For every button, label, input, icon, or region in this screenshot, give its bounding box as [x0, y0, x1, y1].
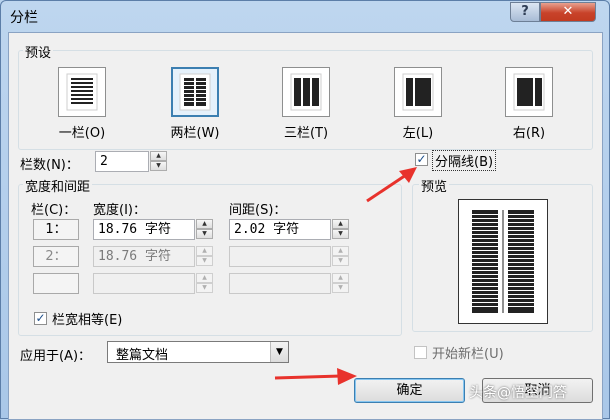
equal-width-label[interactable]: 栏宽相等(E): [52, 309, 122, 328]
column-dialog: 分栏 ? ✕ 预设 一栏(O) 两栏(W) 三栏(T) 左(L) 右(R) 栏数…: [0, 0, 610, 420]
preview-page: [458, 199, 548, 324]
column-3-spacing-spinner[interactable]: ▲ ▼: [332, 273, 349, 294]
column-header: 栏(C)：: [31, 203, 77, 218]
spin-down-icon[interactable]: ▼: [196, 283, 213, 293]
preset-right-label: 右(R): [512, 126, 546, 141]
column-1-width-spinner[interactable]: ▲ ▼: [196, 219, 213, 240]
preset-left-label: 左(L): [402, 126, 434, 141]
apply-to-label: 应用于(A)：: [20, 349, 92, 364]
ok-button[interactable]: 确定: [354, 378, 465, 403]
column-2-spacing-input[interactable]: [229, 246, 331, 267]
new-column-label: 开始新栏(U): [432, 347, 504, 362]
column-1-spacing-spinner[interactable]: ▲ ▼: [332, 219, 349, 240]
width-spacing-group-label: 宽度和间距: [23, 176, 93, 195]
preset-two-columns[interactable]: [171, 67, 219, 117]
spacing-header: 间距(S)：: [229, 203, 287, 218]
spin-down-icon[interactable]: ▼: [150, 161, 167, 171]
column-2-spacing-spinner[interactable]: ▲ ▼: [332, 246, 349, 267]
preset-three-columns-label: 三栏(T): [283, 126, 329, 141]
preview-columns: [472, 210, 534, 313]
preview-label: 预览: [419, 176, 450, 195]
apply-to-value: 整篇文档: [116, 348, 169, 363]
spin-up-icon[interactable]: ▲: [196, 246, 213, 256]
separator-label[interactable]: 分隔线(B): [432, 150, 497, 171]
spin-down-icon[interactable]: ▼: [196, 229, 213, 239]
column-row-2-number: 2：: [33, 246, 79, 267]
columns-count-input[interactable]: 2: [95, 151, 149, 172]
two-columns-icon: [179, 73, 211, 111]
spin-up-icon[interactable]: ▲: [332, 273, 349, 283]
spin-up-icon[interactable]: ▲: [196, 273, 213, 283]
red-arrow-icon: [274, 368, 357, 385]
spin-up-icon[interactable]: ▲: [332, 219, 349, 229]
help-button[interactable]: ?: [510, 2, 540, 22]
columns-count-spinner[interactable]: ▲ ▼: [150, 151, 167, 172]
watermark: 头条@悟空问答: [469, 385, 567, 401]
spin-up-icon[interactable]: ▲: [196, 219, 213, 229]
dialog-body: 预设 一栏(O) 两栏(W) 三栏(T) 左(L) 右(R) 栏数(N)： 2 …: [8, 32, 603, 420]
red-arrow-icon: [366, 167, 417, 203]
column-3-spacing-input[interactable]: [229, 273, 331, 294]
column-row-3-number: [33, 273, 79, 294]
column-3-width-input[interactable]: [93, 273, 195, 294]
width-header: 宽度(I)：: [93, 203, 146, 218]
columns-count-label: 栏数(N)：: [20, 158, 79, 173]
left-column-icon: [402, 73, 434, 111]
column-2-width-spinner[interactable]: ▲ ▼: [196, 246, 213, 267]
apply-to-select[interactable]: 整篇文档 ▼: [107, 341, 289, 363]
equal-width-checkbox[interactable]: ✓: [34, 312, 47, 325]
chevron-down-icon[interactable]: ▼: [270, 342, 288, 362]
preset-left[interactable]: [394, 67, 442, 117]
close-button[interactable]: ✕: [540, 2, 596, 22]
spin-up-icon[interactable]: ▲: [332, 246, 349, 256]
dialog-title: 分栏: [10, 10, 38, 26]
spin-down-icon[interactable]: ▼: [332, 283, 349, 293]
check-icon: ✓: [35, 311, 46, 325]
column-1-width-input[interactable]: 18.76 字符: [93, 219, 195, 240]
column-3-width-spinner[interactable]: ▲ ▼: [196, 273, 213, 294]
preset-two-columns-label: 两栏(W): [170, 126, 220, 141]
preset-one-column[interactable]: [58, 67, 106, 117]
spin-down-icon[interactable]: ▼: [332, 229, 349, 239]
three-columns-icon: [290, 73, 322, 111]
title-bar: 分栏 ? ✕: [1, 1, 609, 31]
spin-up-icon[interactable]: ▲: [150, 151, 167, 161]
column-1-spacing-input[interactable]: 2.02 字符: [229, 219, 331, 240]
column-row-1-number: 1：: [33, 219, 79, 240]
preset-right[interactable]: [505, 67, 553, 117]
spin-down-icon[interactable]: ▼: [332, 256, 349, 266]
one-column-icon: [66, 73, 98, 111]
column-2-width-input[interactable]: 18.76 字符: [93, 246, 195, 267]
preset-one-column-label: 一栏(O): [58, 126, 106, 141]
presets-group-label: 预设: [23, 42, 54, 61]
new-column-checkbox[interactable]: [414, 346, 427, 359]
spin-down-icon[interactable]: ▼: [196, 256, 213, 266]
right-column-icon: [513, 73, 545, 111]
preset-three-columns[interactable]: [282, 67, 330, 117]
